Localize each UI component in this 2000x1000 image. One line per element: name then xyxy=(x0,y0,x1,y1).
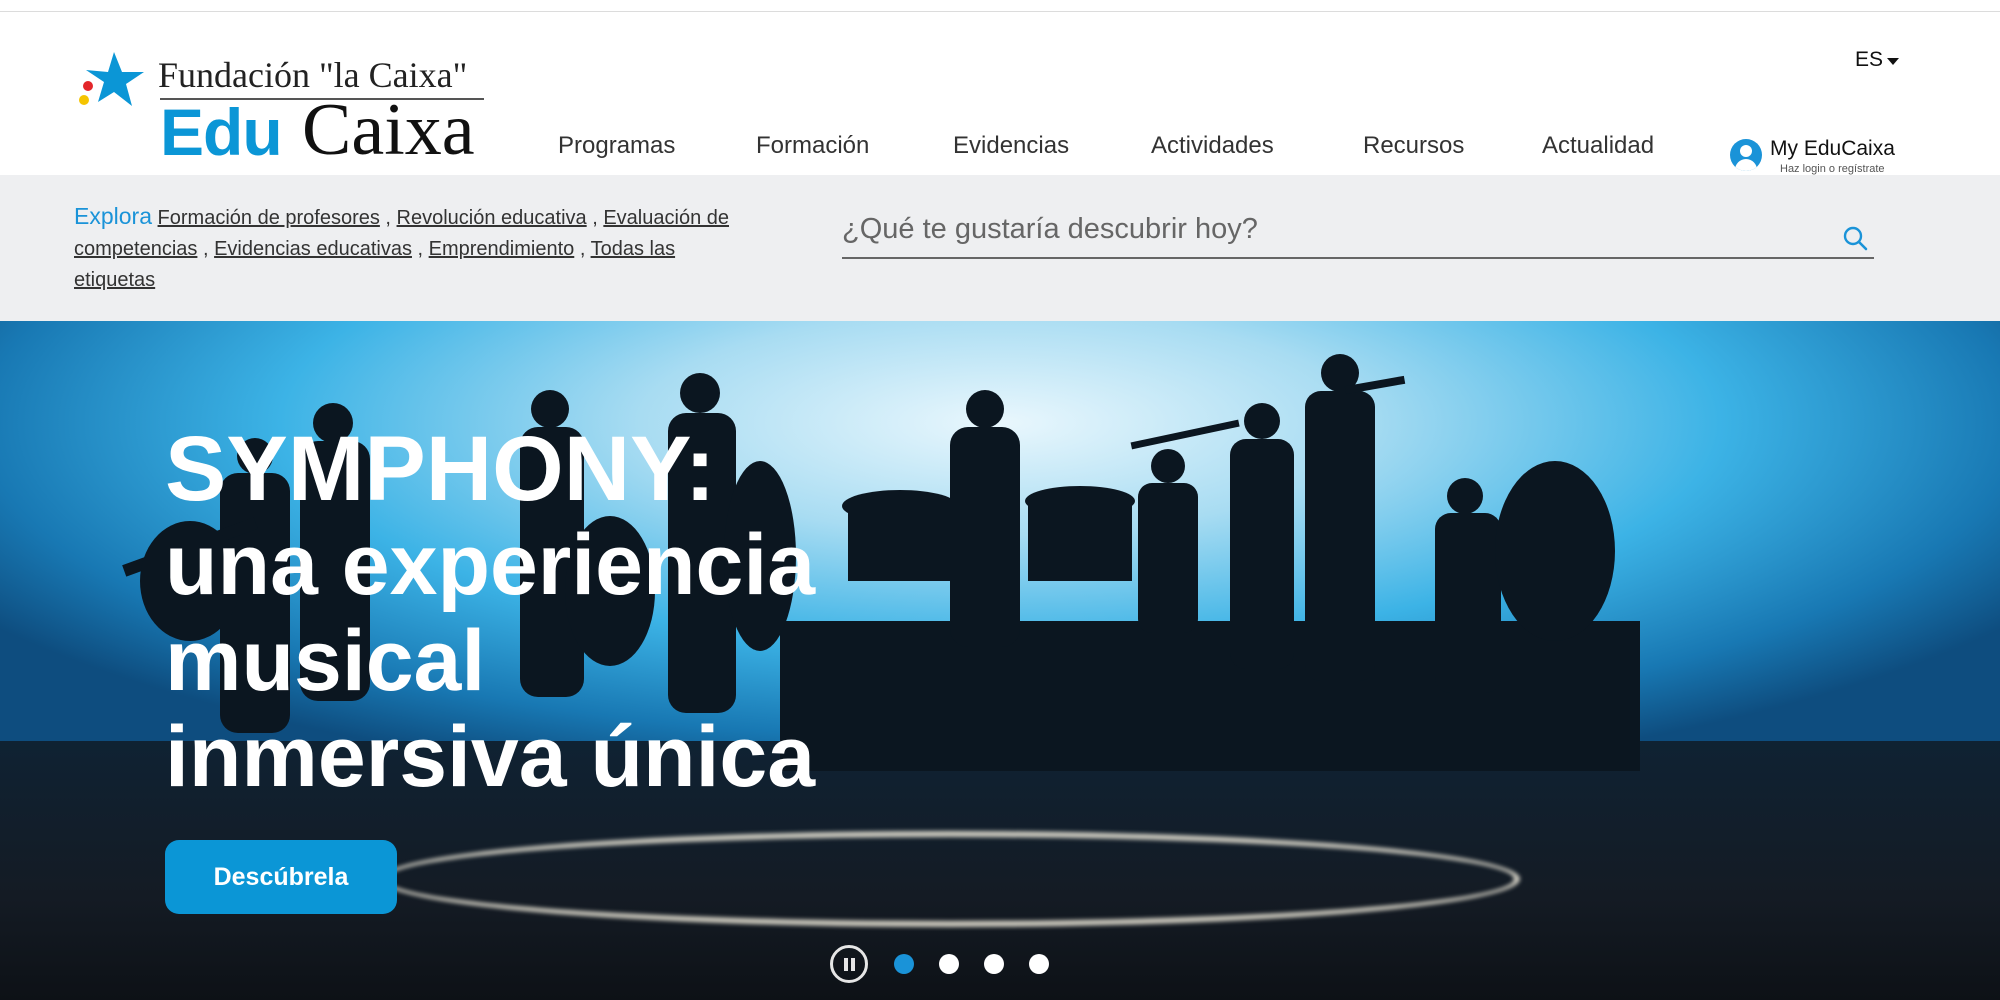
pause-icon[interactable] xyxy=(830,945,868,983)
hero-title-line: musical xyxy=(165,613,486,709)
language-selector[interactable]: ES xyxy=(1855,48,1900,72)
language-label: ES xyxy=(1855,48,1884,71)
tag-separator: , xyxy=(379,207,397,229)
tag-separator: , xyxy=(197,238,215,260)
logo-edu: Edu xyxy=(160,95,283,169)
nav-actividades[interactable]: Actividades xyxy=(1151,132,1274,160)
site-header: Fundación "la Caixa" Edu Caixa ES Progra… xyxy=(0,12,2000,175)
tag-separator: , xyxy=(574,238,591,260)
hero-carousel: SYMPHONY: una experiencia musical inmers… xyxy=(0,321,2000,1000)
discover-button[interactable]: Descúbrela xyxy=(165,840,397,914)
nav-programas[interactable]: Programas xyxy=(558,132,675,160)
carousel-dot-1[interactable] xyxy=(894,954,914,974)
tag-link[interactable]: Evidencias educativas xyxy=(214,238,412,260)
tag-separator: , xyxy=(586,207,604,229)
carousel-dot-2[interactable] xyxy=(939,954,959,974)
explore-label: Explora xyxy=(74,203,152,229)
chevron-down-icon xyxy=(1887,57,1900,65)
tag-separator: , xyxy=(411,238,429,260)
hero-title-line: inmersiva única xyxy=(165,709,816,805)
hero-title-line: una experiencia xyxy=(165,517,816,613)
tag-link[interactable]: Revolución educativa xyxy=(397,207,587,229)
caixa-star-icon xyxy=(79,52,144,106)
top-border xyxy=(0,0,2000,12)
account-title: My EduCaixa xyxy=(1770,137,1895,160)
carousel-dot-4[interactable] xyxy=(1029,954,1049,974)
tag-link[interactable]: Formación de profesores xyxy=(158,207,380,229)
carousel-dot-3[interactable] xyxy=(984,954,1004,974)
hero-title: SYMPHONY: una experiencia musical inmers… xyxy=(165,421,815,805)
explore-tags: Explora Formación de profesores , Revolu… xyxy=(74,201,754,296)
tag-link[interactable]: Emprendimiento xyxy=(429,238,575,260)
nav-recursos[interactable]: Recursos xyxy=(1363,132,1464,160)
search-input[interactable] xyxy=(842,203,1802,255)
logo-caixa: Caixa xyxy=(302,89,475,171)
nav-actualidad[interactable]: Actualidad xyxy=(1542,132,1654,160)
nav-evidencias[interactable]: Evidencias xyxy=(953,132,1069,160)
user-icon xyxy=(1730,139,1762,171)
educaixa-logo[interactable]: Fundación "la Caixa" Edu Caixa xyxy=(74,38,494,171)
search-box xyxy=(842,203,1874,259)
my-educaixa-login[interactable]: My EduCaixa Haz login o regístrate xyxy=(1730,127,1900,175)
account-subtitle: Haz login o regístrate xyxy=(1780,163,1885,175)
hero-title-line: SYMPHONY: xyxy=(165,418,716,520)
nav-formacion[interactable]: Formación xyxy=(756,132,869,160)
explore-bar: Explora Formación de profesores , Revolu… xyxy=(0,175,2000,321)
carousel-controls xyxy=(830,944,1074,984)
search-icon[interactable] xyxy=(1842,225,1868,251)
